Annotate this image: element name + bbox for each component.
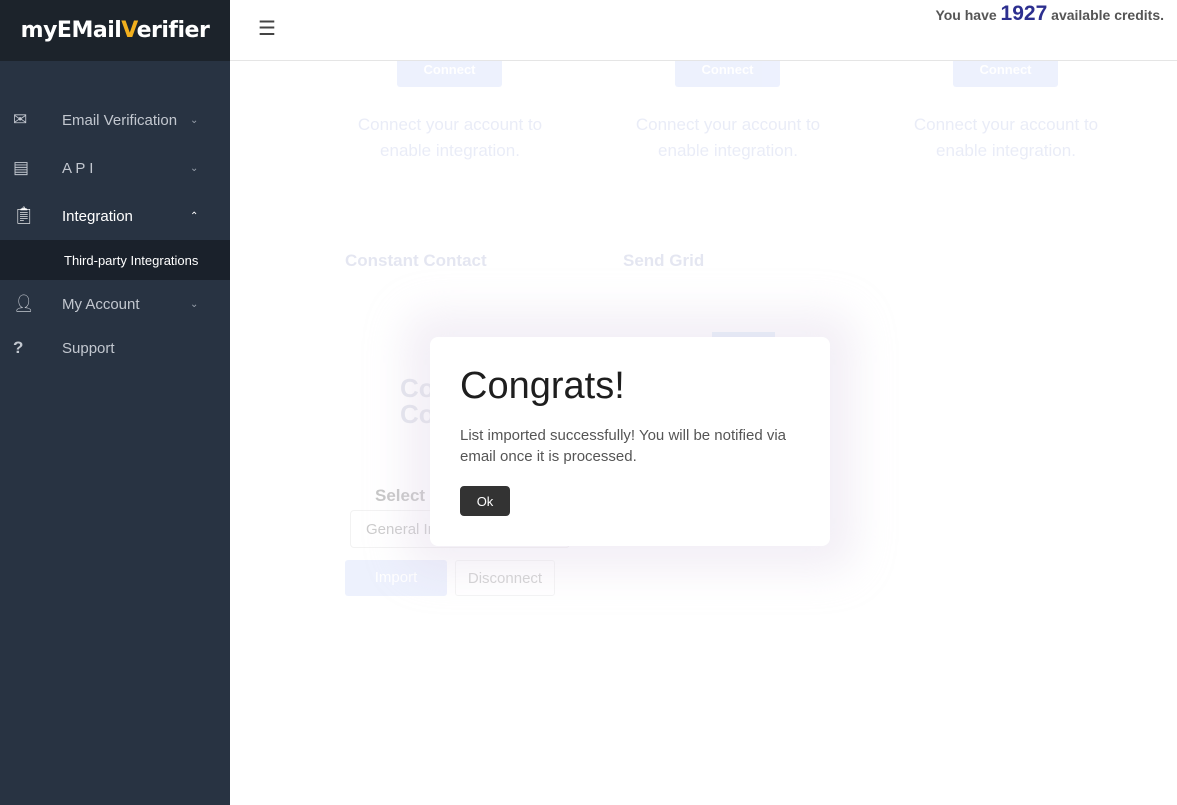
logo-bar: myEMailVerifier [0, 0, 230, 61]
sidebar-subitem-third-party-integrations[interactable]: Third-party Integrations [0, 240, 230, 280]
top-bar: ☰ You have 1927 available credits. [230, 0, 1177, 61]
logo[interactable]: myEMailVerifier [21, 18, 210, 43]
dialog-message: List imported successfully! You will be … [460, 427, 787, 465]
nav: ✉ Email Verification ⌄ ▤ A P I ⌄ 📋︎ Integrati… [0, 96, 230, 368]
chevron-up-icon: ⌃ [190, 210, 199, 222]
document-icon: ▤ [13, 158, 30, 177]
sidebar-item-api[interactable]: ▤ A P I ⌄ [0, 144, 230, 192]
sidebar: myEMailVerifier ✉ Email Verification ⌄ ▤ A … [0, 0, 230, 805]
chevron-down-icon: ⌄ [190, 162, 199, 174]
chevron-down-icon: ⌄ [190, 298, 199, 310]
sidebar-item-my-account[interactable]: 👤︎ My Account ⌄ [0, 280, 230, 328]
sidebar-item-support[interactable]: ? Support [0, 328, 230, 368]
credits-display: You have 1927 available credits. [935, 2, 1164, 25]
sidebar-item-email-verification[interactable]: ✉ Email Verification ⌄ [0, 96, 230, 144]
dialog-title: Congrats! [460, 365, 625, 407]
mail-icon: ✉ [13, 110, 28, 129]
clipboard-icon: 📋︎ [13, 206, 35, 225]
hamburger-menu-icon[interactable]: ☰ [258, 16, 276, 41]
ok-button[interactable]: Ok [460, 486, 510, 516]
chevron-down-icon: ⌄ [190, 114, 199, 126]
sidebar-item-integration[interactable]: 📋︎ Integration ⌃ [0, 192, 230, 240]
add-person-icon: 👤︎ [13, 294, 35, 313]
question-icon: ? [13, 338, 24, 357]
success-dialog: Congrats! List imported successfully! Yo… [430, 337, 830, 546]
